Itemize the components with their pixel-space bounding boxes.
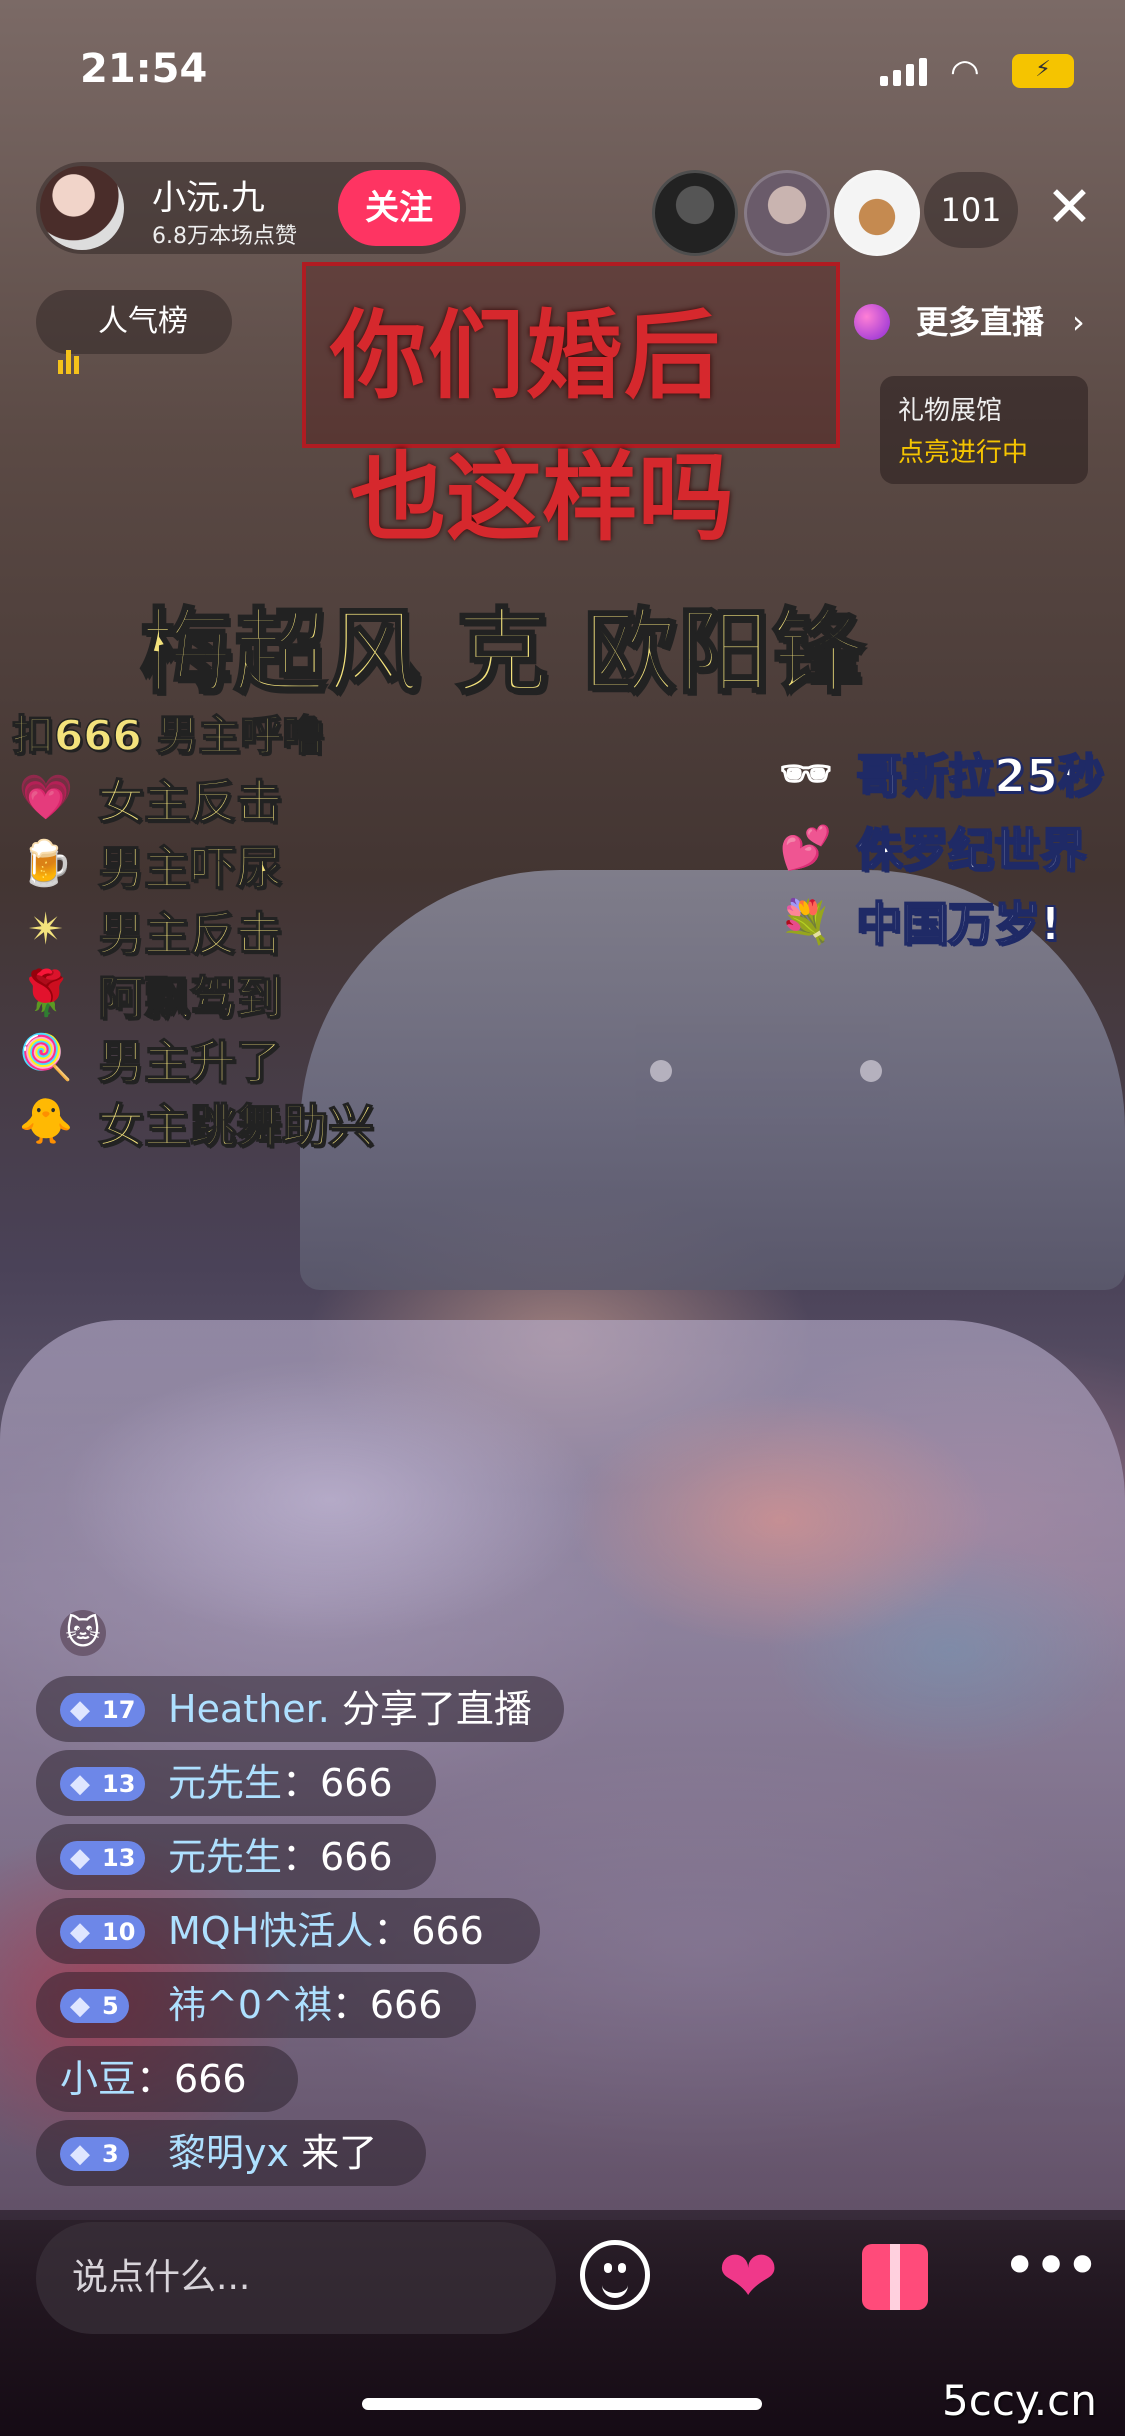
- level-badge: 5: [60, 1989, 129, 2023]
- chat-text: ：666: [373, 1909, 484, 1953]
- level-badge: 13: [60, 1767, 146, 1801]
- poster-title-line1: 你们婚后: [330, 300, 722, 412]
- chat-username: MQH快活人: [168, 1909, 374, 1953]
- chat-message[interactable]: 13 元先生：666: [36, 1824, 436, 1890]
- chat-text: ：666: [282, 1761, 393, 1805]
- rose-bouquet-gift-icon: 🌹: [18, 968, 74, 1019]
- viewer-avatar[interactable]: [744, 170, 830, 256]
- chat-text: 分享了直播: [341, 1687, 532, 1731]
- gift-guide-label: 哥斯拉25秒: [855, 748, 1105, 804]
- poster-title-line2: 也这样吗: [350, 442, 734, 554]
- battery-icon: ⚡: [1012, 54, 1074, 88]
- chat-username: 元先生: [168, 1761, 283, 1805]
- follow-button[interactable]: 关注: [338, 170, 460, 246]
- signal-icon: [880, 58, 932, 86]
- chat-text: ：666: [136, 2057, 247, 2101]
- chat-message[interactable]: 小豆：666: [36, 2046, 298, 2112]
- watermark: 5ccy.cn: [942, 2376, 1097, 2425]
- gift-hall-title: 礼物展馆: [898, 396, 1003, 426]
- gift-guide-title: 扣666 男主呼噜: [11, 710, 325, 761]
- viewer-avatar[interactable]: [834, 170, 920, 256]
- chat-text: ：666: [331, 1983, 443, 2027]
- chat-message[interactable]: 10 MQH快活人：666: [36, 1898, 540, 1964]
- chevron-right-icon: ›: [1072, 303, 1085, 341]
- chat-message[interactable]: 3 黎明yx 来了: [36, 2120, 426, 2186]
- chat-username: 元先生: [168, 1835, 283, 1879]
- orb-icon: [854, 304, 890, 340]
- gift-guide-label: 男主升了: [97, 1034, 283, 1090]
- poster-names: 梅超风 克 欧阳锋: [138, 598, 867, 708]
- wifi-icon: ◠: [950, 52, 980, 92]
- gift-guide-label: 男主反击: [97, 906, 283, 962]
- cat-avatar-icon: 🐱: [60, 1610, 106, 1656]
- headboard-button: [650, 1060, 672, 1082]
- star-gift-icon: ✴: [27, 904, 65, 955]
- viewer-avatar[interactable]: [652, 170, 738, 256]
- chat-message[interactable]: 17 Heather. 分享了直播: [36, 1676, 564, 1742]
- bar-chart-icon: [58, 310, 82, 374]
- gift-hall-card[interactable]: 礼物展馆 点亮进行中: [880, 376, 1088, 484]
- home-indicator[interactable]: [362, 2398, 762, 2410]
- duck-gift-icon: 🐥: [18, 1096, 74, 1147]
- chat-message[interactable]: 13 元先生：666: [36, 1750, 436, 1816]
- chat-username: 祎^0^祺: [168, 1983, 332, 2027]
- heart-gift-icon: 💗: [18, 772, 74, 823]
- gift-guide-label: 中国万岁!: [855, 896, 1062, 952]
- close-icon[interactable]: ✕: [1046, 178, 1093, 238]
- gift-guide-label: 侏罗纪世界: [855, 822, 1087, 878]
- level-badge: 17: [60, 1693, 146, 1727]
- lollipop-gift-icon: 🍭: [18, 1032, 74, 1083]
- heart-icon[interactable]: ❤: [718, 2236, 778, 2316]
- host-avatar[interactable]: [40, 166, 124, 250]
- sunglasses-gift-icon: 🕶: [779, 749, 833, 798]
- chat-text: 来了: [301, 2131, 378, 2175]
- host-info[interactable]: 小沅.九 6.8万本场点赞 关注: [36, 162, 466, 254]
- more-live-button[interactable]: 更多直播 ›: [852, 290, 1102, 354]
- chat-text: ：666: [282, 1835, 393, 1879]
- hearts-gift-icon: 💕: [779, 823, 833, 872]
- gift-guide-label: 女主跳舞助兴: [97, 1098, 375, 1154]
- level-badge: 3: [60, 2137, 129, 2171]
- chat-message[interactable]: 5 祎^0^祺：666: [36, 1972, 476, 2038]
- status-bar: 21:54 ◠ ⚡: [0, 38, 1125, 98]
- rank-label: 人气榜: [98, 304, 188, 339]
- more-options-icon[interactable]: •••: [1002, 2236, 1100, 2296]
- host-likes: 6.8万本场点赞: [152, 224, 297, 249]
- status-time: 21:54: [80, 46, 208, 92]
- chat-username: Heather.: [168, 1687, 330, 1731]
- gift-guide-label: 男主吓尿: [97, 840, 283, 896]
- level-badge: 10: [60, 1915, 146, 1949]
- bouquet-gift-icon: 💐: [779, 897, 833, 946]
- beer-gift-icon: 🍺: [18, 838, 74, 889]
- host-name: 小沅.九: [152, 178, 265, 218]
- popularity-rank-button[interactable]: 人气榜: [36, 290, 232, 374]
- gift-guide-label: 阿飘驾到: [97, 970, 283, 1026]
- viewer-count[interactable]: 101: [924, 172, 1018, 248]
- chat-username: 黎明yx: [168, 2131, 289, 2175]
- more-live-label: 更多直播: [916, 303, 1045, 341]
- gift-guide-label: 女主反击: [97, 774, 283, 830]
- headboard-button: [860, 1060, 882, 1082]
- comment-input[interactable]: 说点什么...: [36, 2222, 556, 2334]
- level-badge: 13: [60, 1841, 146, 1875]
- gift-hall-status: 点亮进行中: [898, 438, 1029, 468]
- chat-username: 小豆: [60, 2057, 137, 2101]
- gift-icon[interactable]: [862, 2244, 928, 2310]
- emoji-icon[interactable]: [580, 2240, 650, 2310]
